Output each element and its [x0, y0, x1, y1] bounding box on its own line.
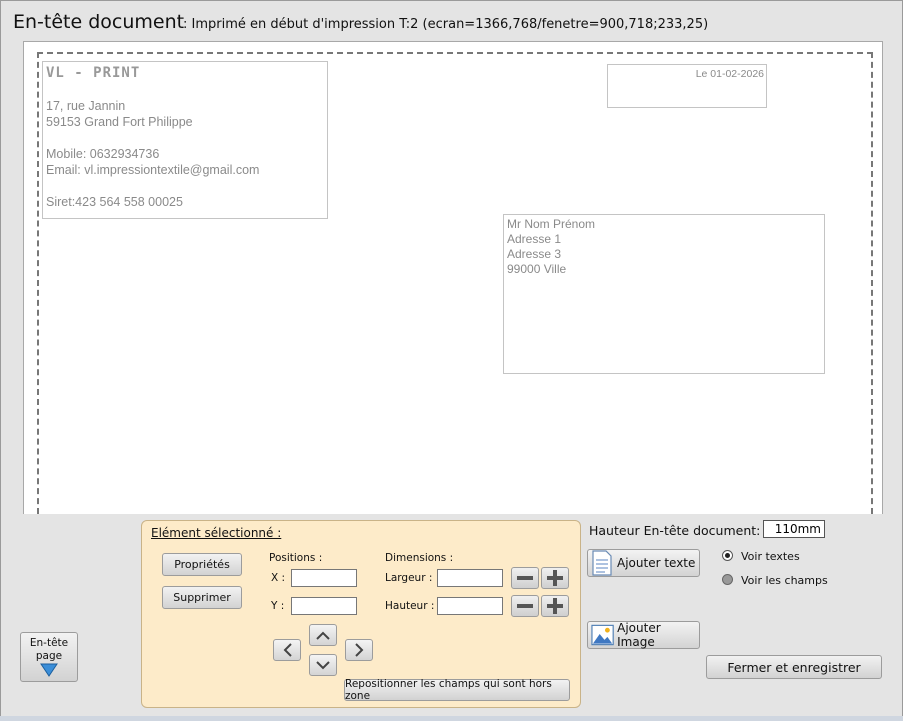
- move-left-button[interactable]: [273, 639, 301, 661]
- height-label: Hauteur :: [385, 600, 435, 612]
- reposition-fields-button[interactable]: Repositionner les champs qui sont hors z…: [344, 678, 570, 702]
- positions-label: Positions :: [269, 552, 323, 564]
- header-canvas[interactable]: VL - PRINT 17, rue Jannin 59153 Grand Fo…: [23, 41, 883, 514]
- company-address-line2: 59153 Grand Fort Philippe: [46, 115, 193, 129]
- width-increase-button[interactable]: [541, 567, 569, 589]
- company-siret: Siret:423 564 558 00025: [46, 195, 183, 209]
- chevron-down-icon: [316, 660, 330, 669]
- company-email: Email: vl.impressiontextile@gmail.com: [46, 163, 260, 177]
- show-fields-label: Voir les champs: [741, 574, 828, 587]
- company-name: VL - PRINT: [46, 65, 141, 81]
- show-texts-radio[interactable]: [722, 550, 733, 561]
- margin-guide-top: [37, 52, 873, 54]
- down-arrow-icon: [40, 663, 58, 677]
- window-title: En-tête document: [13, 11, 185, 33]
- properties-button[interactable]: Propriétés: [162, 553, 242, 576]
- margin-guide-left: [37, 52, 39, 514]
- minus-icon: [517, 576, 533, 580]
- date-field[interactable]: Le 01-02-2026: [607, 64, 767, 108]
- dimensions-label: Dimensions :: [385, 552, 454, 564]
- recipient-city: 99000 Ville: [507, 262, 567, 276]
- show-fields-radio[interactable]: [722, 574, 733, 585]
- move-up-button[interactable]: [309, 624, 337, 646]
- recipient-name: Mr Nom Prénom: [507, 217, 596, 231]
- x-label: X :: [271, 572, 286, 584]
- add-text-label: Ajouter texte: [617, 556, 696, 570]
- selected-element-panel: Elément sélectionné : Propriétés Supprim…: [141, 520, 581, 708]
- height-input[interactable]: [437, 597, 503, 615]
- image-icon: [591, 624, 614, 646]
- page-header-button[interactable]: En-tête page: [20, 632, 78, 682]
- editor-window: En-tête document : Imprimé en début d'im…: [0, 0, 903, 717]
- document-icon: [592, 550, 612, 576]
- chevron-right-icon: [354, 643, 363, 657]
- height-increase-button[interactable]: [541, 595, 569, 617]
- plus-icon: [547, 598, 563, 614]
- move-right-button[interactable]: [345, 639, 373, 661]
- width-decrease-button[interactable]: [511, 567, 539, 589]
- recipient-address1: Adresse 1: [507, 232, 562, 246]
- move-down-button[interactable]: [309, 654, 337, 676]
- recipient-address3: Adresse 3: [507, 247, 562, 261]
- page-header-line2: page: [35, 650, 63, 662]
- delete-button[interactable]: Supprimer: [162, 586, 242, 609]
- add-text-button[interactable]: Ajouter texte: [587, 549, 700, 577]
- close-and-save-button[interactable]: Fermer et enregistrer: [706, 655, 882, 679]
- chevron-up-icon: [316, 631, 330, 640]
- date-text: Le 01-02-2026: [695, 68, 764, 80]
- margin-guide-right: [871, 52, 873, 514]
- page-header-line1: En-tête: [29, 637, 69, 649]
- height-decrease-button[interactable]: [511, 595, 539, 617]
- company-block[interactable]: VL - PRINT 17, rue Jannin 59153 Grand Fo…: [42, 61, 328, 219]
- width-input[interactable]: [437, 569, 503, 587]
- taskbar: [0, 716, 903, 721]
- chevron-left-icon: [283, 643, 292, 657]
- panel-title: Elément sélectionné :: [151, 526, 282, 540]
- recipient-block[interactable]: Mr Nom Prénom Adresse 1 Adresse 3 99000 …: [503, 214, 825, 374]
- company-mobile: Mobile: 0632934736: [46, 147, 160, 161]
- company-address-line1: 17, rue Jannin: [46, 99, 126, 113]
- minus-icon: [517, 604, 533, 608]
- y-label: Y :: [271, 600, 285, 612]
- width-label: Largeur :: [385, 572, 433, 584]
- x-input[interactable]: [291, 569, 357, 587]
- plus-icon: [547, 570, 563, 586]
- header-height-label: Hauteur En-tête document:: [589, 523, 761, 538]
- show-texts-label: Voir textes: [741, 550, 800, 563]
- y-input[interactable]: [291, 597, 357, 615]
- add-image-label: Ajouter Image: [617, 621, 661, 649]
- window-subtitle: : Imprimé en début d'impression T:2 (ecr…: [183, 17, 709, 32]
- add-image-button[interactable]: Ajouter Image: [587, 621, 700, 649]
- header-height-input[interactable]: 110mm: [763, 520, 825, 538]
